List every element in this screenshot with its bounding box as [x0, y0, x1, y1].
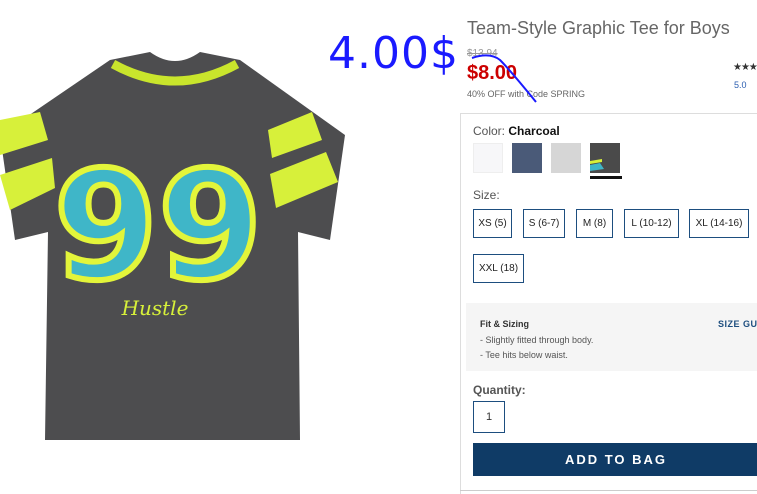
- shirt-number-graphic: 99: [54, 140, 263, 314]
- selected-color: Charcoal: [508, 124, 560, 138]
- selected-swatch-indicator: [590, 176, 622, 179]
- divider: [460, 490, 757, 491]
- shirt-script-graphic: Hustle: [121, 296, 189, 320]
- fit-detail-line: - Slightly fitted through body.: [480, 335, 594, 345]
- fit-sizing-title: Fit & Sizing: [480, 319, 529, 329]
- color-label: Color: Charcoal: [473, 124, 560, 138]
- quantity-label: Quantity:: [473, 383, 526, 397]
- product-title: Team-Style Graphic Tee for Boys: [467, 18, 730, 38]
- size-guide-link[interactable]: SIZE GU: [718, 319, 757, 329]
- swatch-navy-heather[interactable]: [512, 143, 542, 173]
- quantity-input[interactable]: 1: [473, 401, 505, 433]
- handwritten-price-annotation: 4.00$: [328, 28, 459, 79]
- product-image: 99 Hustle: [0, 52, 345, 440]
- size-m[interactable]: M (8): [576, 209, 613, 238]
- size-label: Size:: [473, 188, 500, 202]
- size-xl[interactable]: XL (14-16): [689, 209, 749, 238]
- size-xs[interactable]: XS (5): [473, 209, 512, 238]
- strike-through-scribble: [471, 54, 537, 103]
- size-xxl[interactable]: XXL (18): [473, 254, 524, 283]
- swatch-white[interactable]: [473, 143, 503, 173]
- rating-value[interactable]: 5.0: [734, 80, 747, 90]
- swatch-light-gray[interactable]: [551, 143, 581, 173]
- size-l[interactable]: L (10-12): [624, 209, 679, 238]
- fit-detail-line: - Tee hits below waist.: [480, 350, 568, 360]
- size-s[interactable]: S (6-7): [523, 209, 565, 238]
- add-to-bag-button[interactable]: ADD TO BAG: [473, 443, 757, 476]
- rating-stars: ★★★: [733, 62, 757, 73]
- swatch-charcoal[interactable]: [590, 143, 620, 173]
